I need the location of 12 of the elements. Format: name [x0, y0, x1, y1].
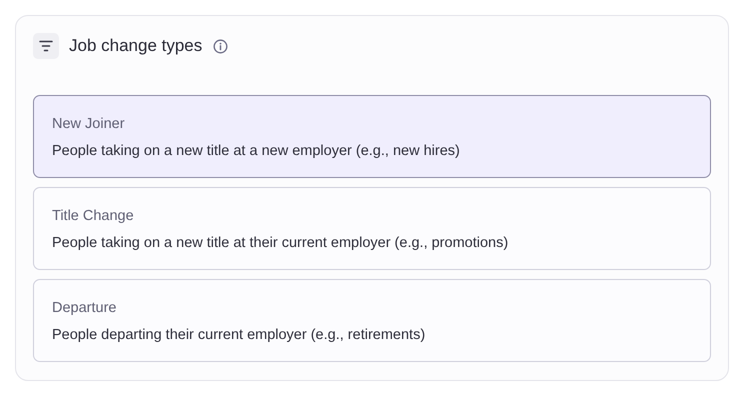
option-card[interactable]: Title Change People taking on a new title at their current employer (e.g., promotions) — [33, 187, 711, 270]
option-label: New Joiner — [52, 116, 126, 132]
option-description: People taking on a new title at their current employer (e.g., promotions) — [52, 235, 510, 251]
option-description: People departing their current employer (e.g., retirements) — [52, 327, 426, 343]
option-card[interactable]: Departure People departing their current employer (e.g., retirements) — [33, 279, 711, 362]
info-icon[interactable] — [213, 38, 228, 54]
panel-title: Job change types — [69, 36, 202, 56]
option-label: Departure — [52, 300, 118, 316]
option-description: People taking on a new title at a new employer (e.g., new hires) — [52, 143, 461, 159]
option-card[interactable]: New Joiner People taking on a new title at a new employer (e.g., new hires) — [33, 95, 711, 178]
filter-icon[interactable] — [33, 33, 59, 59]
option-label: Title Change — [52, 208, 135, 224]
